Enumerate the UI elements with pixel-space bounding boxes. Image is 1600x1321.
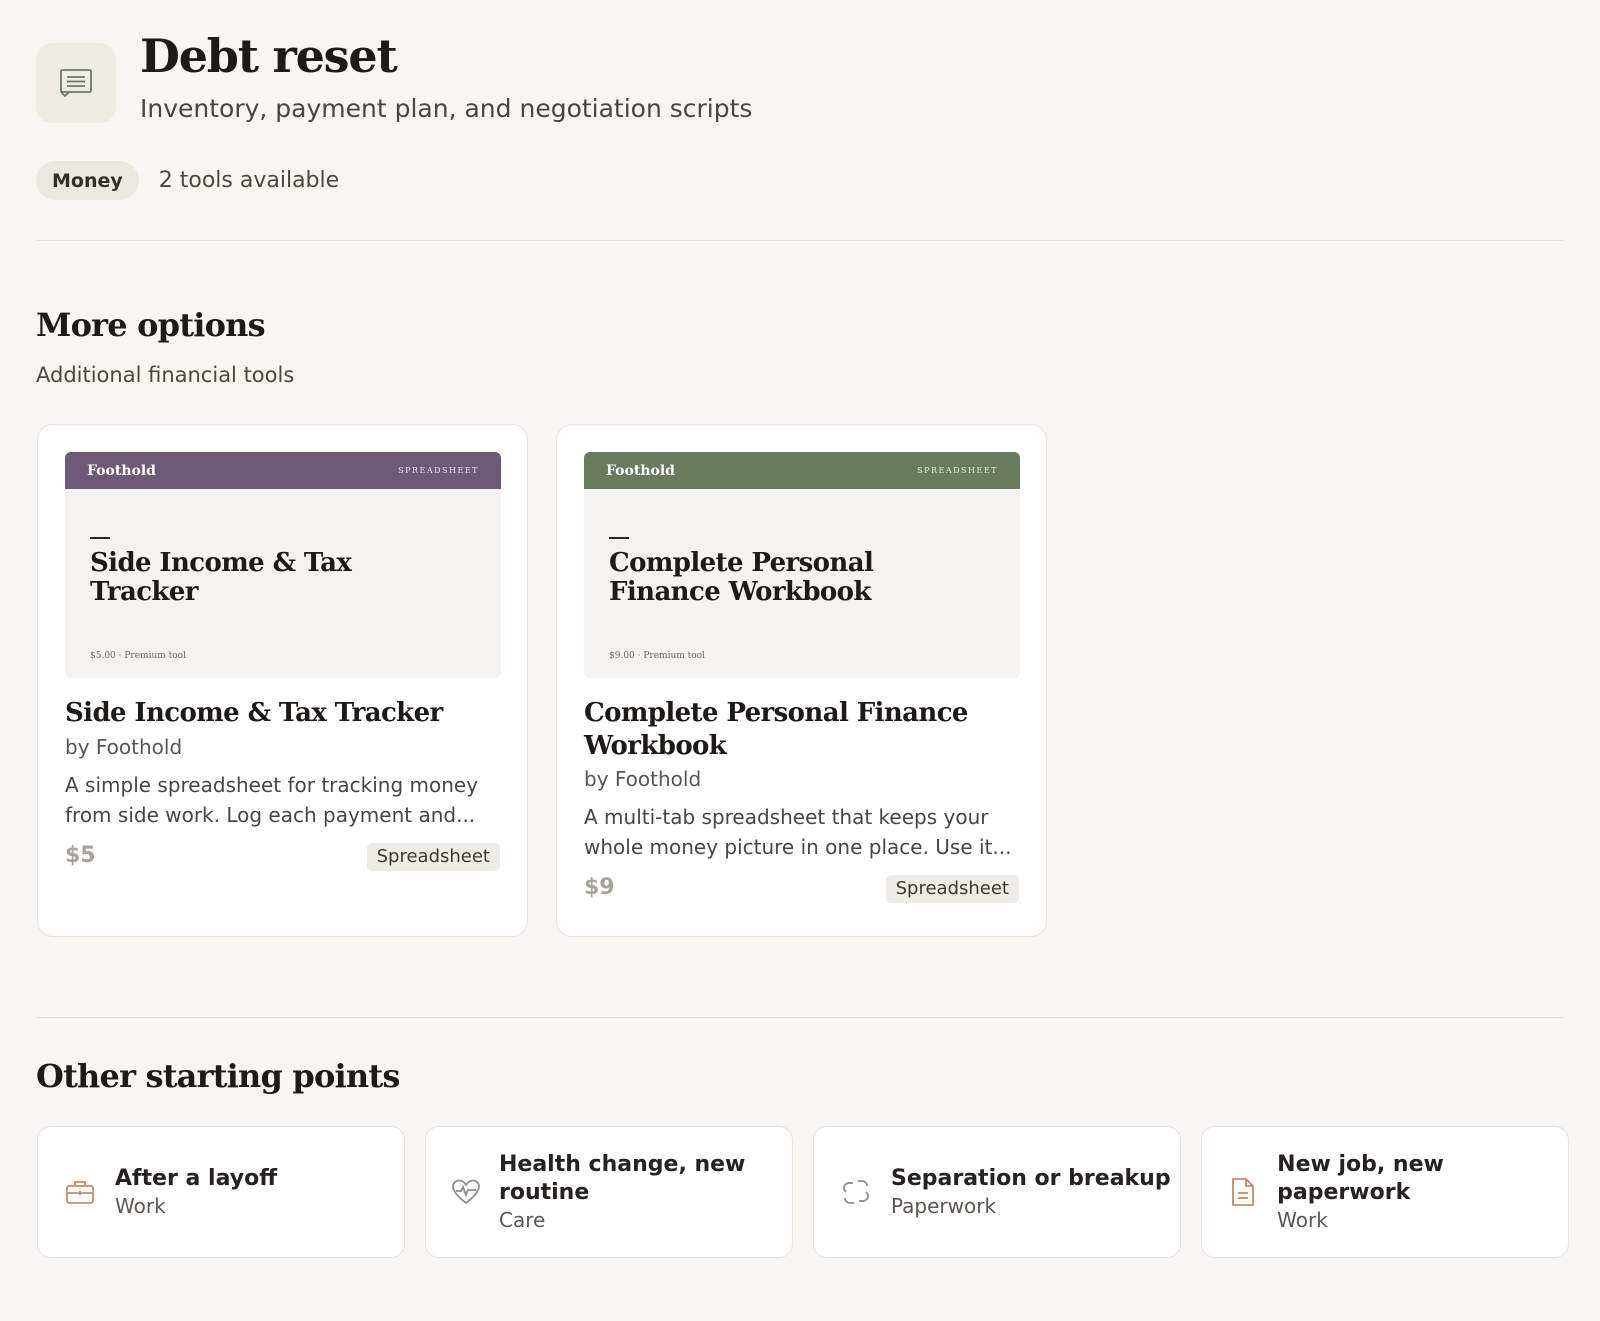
more-options-title: More options (36, 306, 266, 344)
thumbnail-price: $9.00 · Premium tool (609, 651, 705, 661)
thumbnail-rule (90, 537, 110, 539)
page: Debt reset Inventory, payment plan, and … (0, 0, 1600, 1321)
thumbnail-title: Side Income & Tax Tracker (90, 548, 352, 607)
document-icon (1227, 1175, 1259, 1209)
tile-title: After a layoff (115, 1166, 278, 1191)
product-title[interactable]: Complete Personal Finance Workbook (584, 697, 1024, 763)
product-type-tag: Spreadsheet (366, 843, 500, 871)
thumbnail-brand: Foothold (87, 462, 156, 479)
thumbnail-header: Foothold SPREADSHEET (65, 452, 501, 489)
product-type-tag: Spreadsheet (885, 875, 1019, 903)
tile-category: Care (499, 1208, 546, 1232)
tile-title: Separation or breakup (891, 1166, 1171, 1191)
briefcase-icon (63, 1175, 97, 1209)
page-title: Debt reset (140, 29, 398, 83)
thumbnail-price: $5.00 · Premium tool (90, 651, 186, 661)
thumbnail-rule (609, 537, 629, 539)
product-card[interactable]: Foothold SPREADSHEET Side Income & Tax T… (37, 424, 528, 937)
divider (36, 1017, 1564, 1018)
tile-category: Work (115, 1194, 166, 1218)
thumbnail-kind: SPREADSHEET (917, 466, 998, 475)
thumbnail-header: Foothold SPREADSHEET (584, 452, 1020, 489)
starting-point-tile[interactable]: New job, new paperwork Work (1201, 1126, 1569, 1258)
broken-link-icon (839, 1175, 873, 1209)
starting-point-tile[interactable]: After a layoff Work (37, 1126, 405, 1258)
thumbnail-title: Complete Personal Finance Workbook (609, 548, 874, 607)
product-description: A simple spreadsheet for tracking money … (65, 773, 479, 827)
product-price: $9 (584, 875, 615, 900)
category-pill[interactable]: Money (36, 161, 139, 200)
product-author: by Foothold (584, 767, 702, 791)
divider (36, 240, 1564, 241)
page-header: Debt reset Inventory, payment plan, and … (36, 30, 752, 124)
product-author: by Foothold (65, 735, 183, 759)
page-subtitle: Inventory, payment plan, and negotiation… (140, 94, 753, 123)
thumbnail-brand: Foothold (606, 462, 675, 479)
starting-points-title: Other starting points (36, 1057, 400, 1095)
starting-point-tile[interactable]: Health change, new routine Care (425, 1126, 793, 1258)
tile-category: Work (1277, 1208, 1328, 1232)
tools-count: 2 tools available (158, 168, 340, 193)
product-price: $5 (65, 843, 96, 868)
product-card[interactable]: Foothold SPREADSHEET Complete Personal F… (556, 424, 1047, 937)
product-thumbnail: Foothold SPREADSHEET Side Income & Tax T… (65, 452, 501, 678)
product-title[interactable]: Side Income & Tax Tracker (65, 697, 505, 730)
heart-pulse-icon (451, 1175, 481, 1209)
tile-category: Paperwork (891, 1194, 997, 1218)
product-description: A multi-tab spreadsheet that keeps your … (584, 805, 1012, 859)
tile-title: Health change, new routine (499, 1152, 746, 1205)
starting-point-tile[interactable]: Separation or breakup Paperwork (813, 1126, 1181, 1258)
thumbnail-kind: SPREADSHEET (398, 466, 479, 475)
tile-title: New job, new paperwork (1277, 1152, 1444, 1205)
receipt-icon (36, 43, 116, 123)
product-thumbnail: Foothold SPREADSHEET Complete Personal F… (584, 452, 1020, 678)
header-meta: Money 2 tools available (36, 161, 339, 200)
more-options-subtitle: Additional financial tools (36, 363, 295, 387)
